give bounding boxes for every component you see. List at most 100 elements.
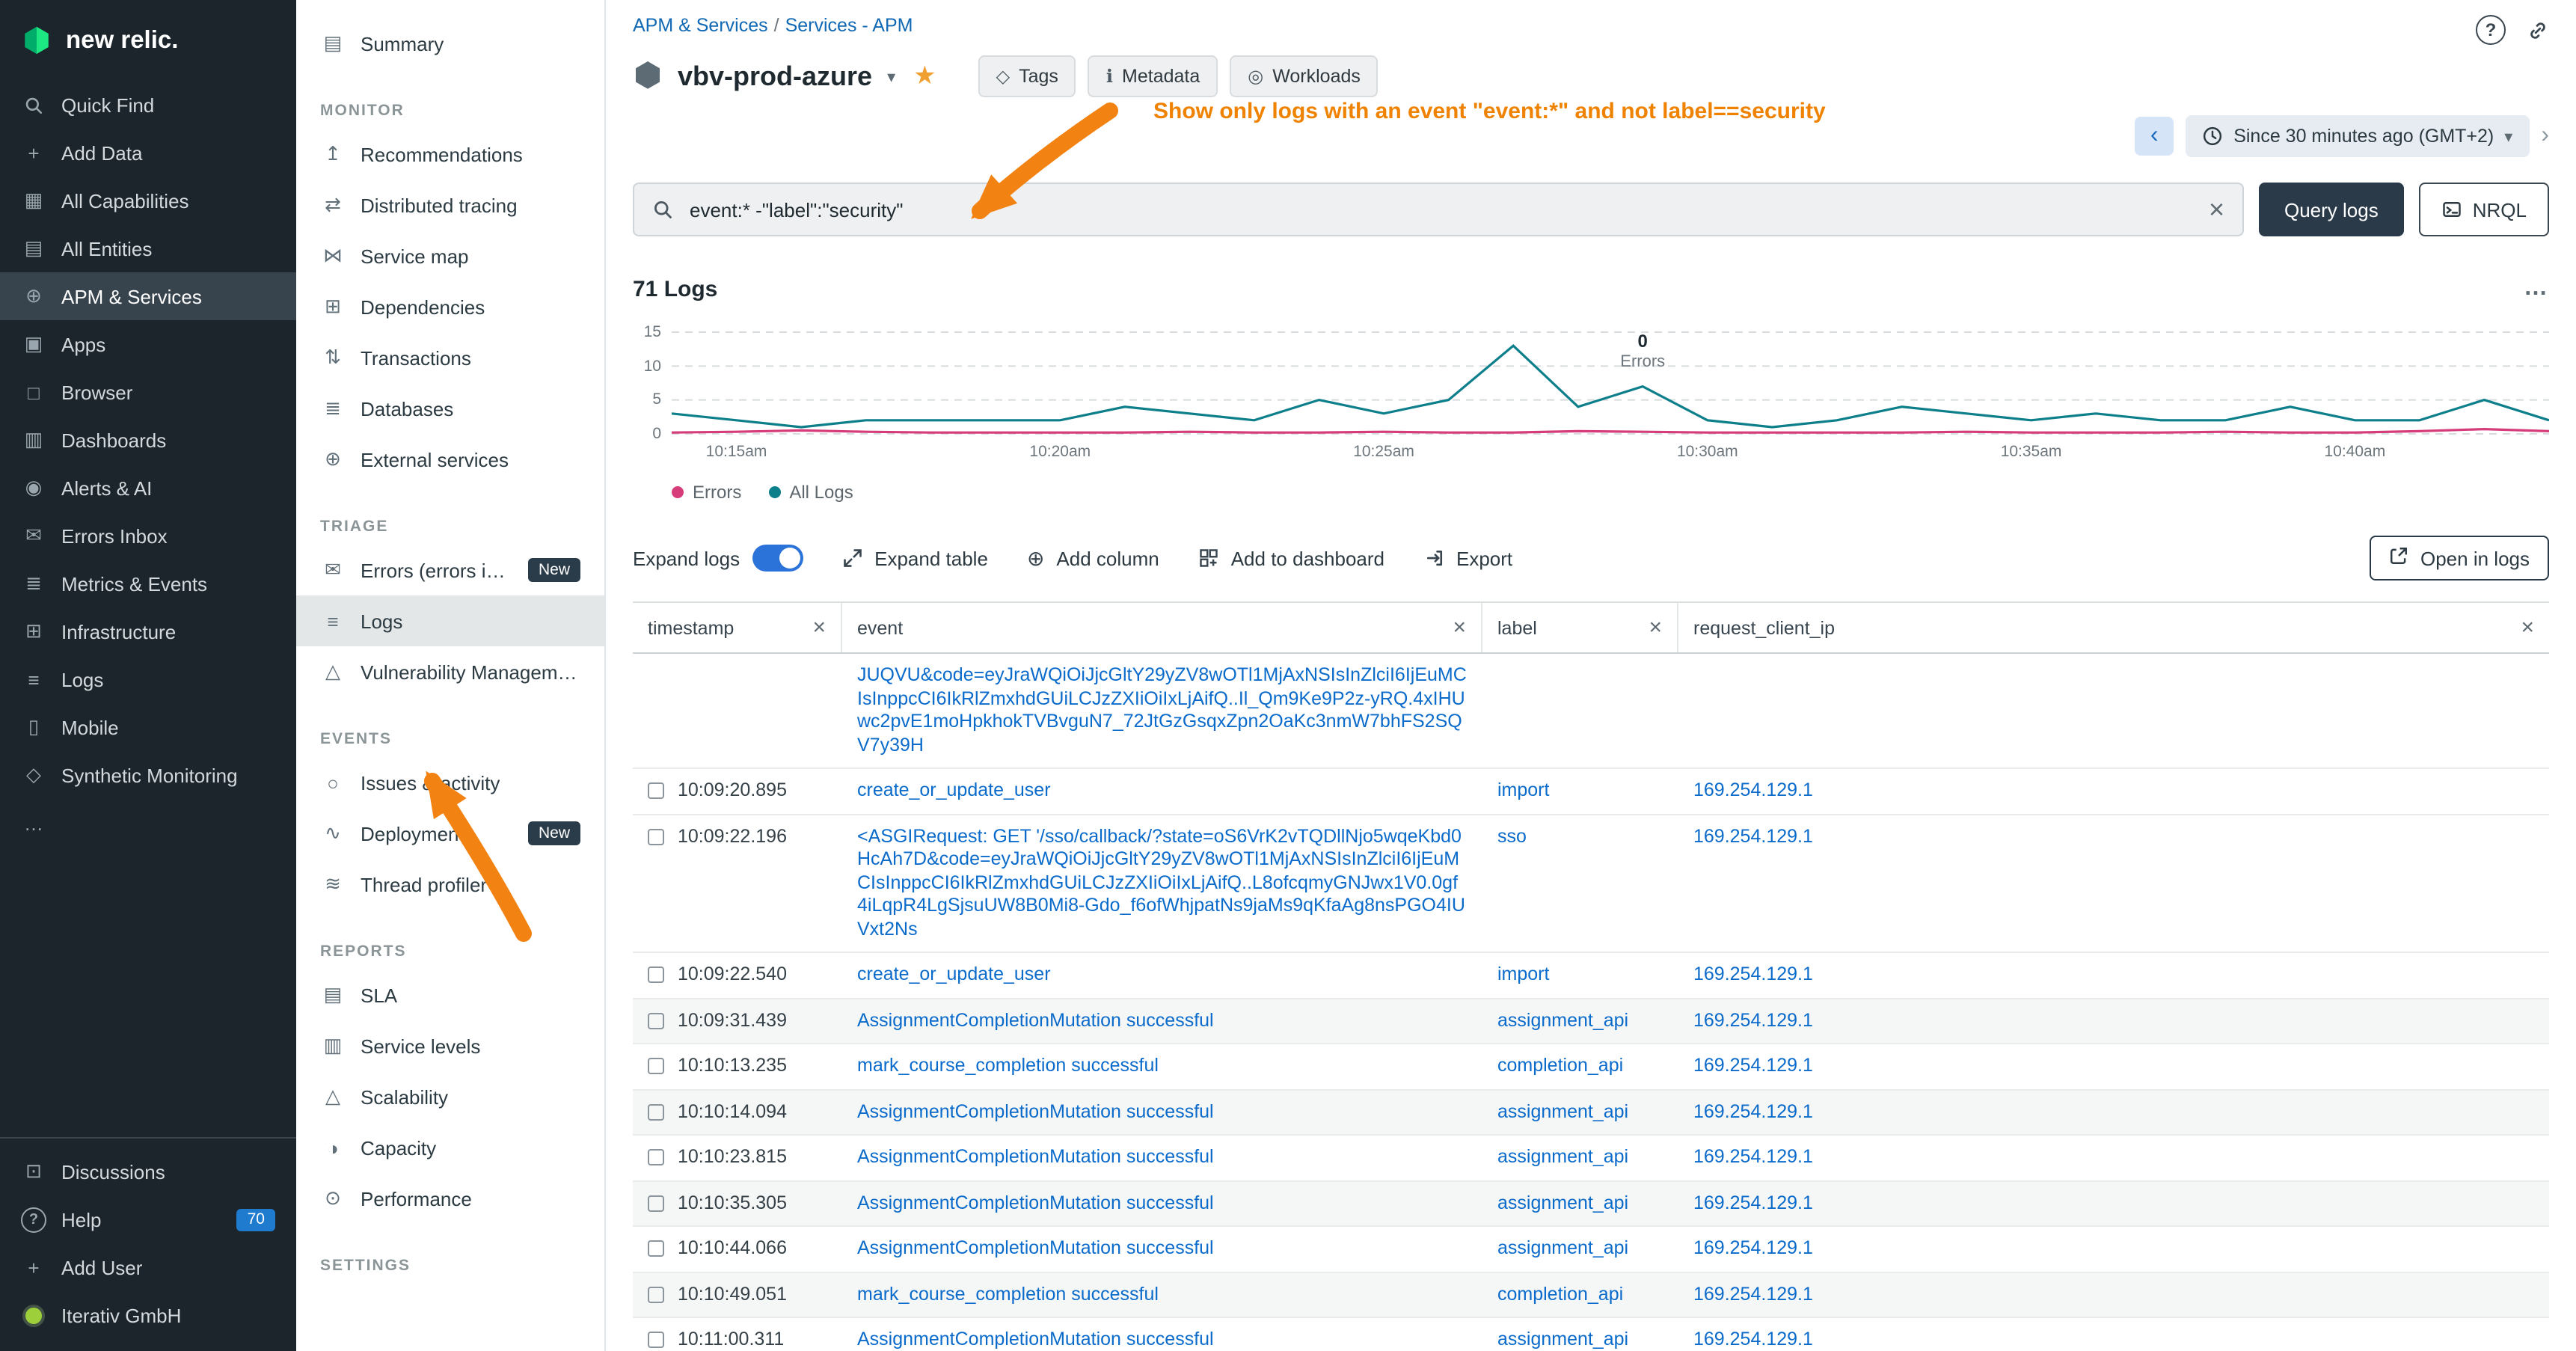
- label-link[interactable]: assignment_api: [1497, 1146, 1628, 1167]
- row-expand-icon[interactable]: [648, 1149, 664, 1165]
- nrql-button[interactable]: NRQL: [2419, 183, 2549, 236]
- request-client-ip-link[interactable]: 169.254.129.1: [1693, 964, 1813, 984]
- label-link[interactable]: assignment_api: [1497, 1237, 1628, 1258]
- sidebar-item-all-entities[interactable]: ▤All Entities: [0, 224, 296, 272]
- label-link[interactable]: sso: [1497, 825, 1527, 846]
- entity-name[interactable]: vbv-prod-azure: [678, 61, 872, 92]
- clear-search-icon[interactable]: ×: [2209, 196, 2224, 223]
- label-link[interactable]: completion_api: [1497, 1055, 1623, 1076]
- breadcrumb-apm-services[interactable]: APM & Services: [633, 15, 768, 36]
- export-button[interactable]: Export: [1423, 547, 1512, 569]
- entity-nav-item-service-map[interactable]: ⋈Service map: [296, 230, 604, 281]
- event-link[interactable]: mark_course_completion successful: [857, 1283, 1159, 1304]
- entity-nav-item-logs[interactable]: ≡Logs: [296, 595, 604, 646]
- tags-button[interactable]: ◇Tags: [978, 55, 1076, 97]
- event-link[interactable]: JUQVU&code=eyJraWQiOiJjcGltY29yZV8wOTl1M…: [857, 664, 1467, 755]
- sidebar-item-more[interactable]: …: [0, 799, 296, 847]
- sidebar-item-all-capabilities[interactable]: ▦All Capabilities: [0, 177, 296, 224]
- entity-nav-item-sla[interactable]: ▤SLA: [296, 969, 604, 1020]
- label-link[interactable]: import: [1497, 779, 1549, 800]
- row-expand-icon[interactable]: [648, 1195, 664, 1211]
- time-picker[interactable]: Since 30 minutes ago (GMT+2) ▾: [2186, 115, 2529, 157]
- entity-nav-item-scalability[interactable]: △Scalability: [296, 1071, 604, 1122]
- event-link[interactable]: AssignmentCompletionMutation successful: [857, 1146, 1214, 1167]
- request-client-ip-link[interactable]: 169.254.129.1: [1693, 1055, 1813, 1076]
- request-client-ip-link[interactable]: 169.254.129.1: [1693, 779, 1813, 800]
- request-client-ip-link[interactable]: 169.254.129.1: [1693, 1237, 1813, 1258]
- entity-nav-item-transactions[interactable]: ⇅Transactions: [296, 332, 604, 383]
- label-link[interactable]: completion_api: [1497, 1283, 1623, 1304]
- expand-table-button[interactable]: Expand table: [841, 547, 988, 569]
- log-search-input[interactable]: [687, 197, 2195, 222]
- entity-nav-item-recommendations[interactable]: ↥Recommendations: [296, 129, 604, 180]
- label-link[interactable]: assignment_api: [1497, 1192, 1628, 1213]
- more-options-button[interactable]: …: [2524, 275, 2549, 302]
- sidebar-item-dashboards[interactable]: ▥Dashboards: [0, 416, 296, 464]
- sidebar-item-alerts-ai[interactable]: ◉Alerts & AI: [0, 464, 296, 512]
- request-client-ip-link[interactable]: 169.254.129.1: [1693, 1100, 1813, 1121]
- entity-nav-item-thread-profiler[interactable]: ≋Thread profiler: [296, 859, 604, 910]
- event-link[interactable]: <ASGIRequest: GET '/sso/callback/?state=…: [857, 825, 1465, 939]
- event-link[interactable]: AssignmentCompletionMutation successful: [857, 1009, 1214, 1030]
- row-expand-icon[interactable]: [648, 1240, 664, 1257]
- entity-nav-item-capacity[interactable]: ◑Capacity: [296, 1122, 604, 1173]
- sidebar-item-metrics-events[interactable]: ≣Metrics & Events: [0, 560, 296, 607]
- event-link[interactable]: AssignmentCompletionMutation successful: [857, 1237, 1214, 1258]
- metadata-button[interactable]: ℹMetadata: [1088, 55, 1218, 97]
- entity-nav-item-performance[interactable]: ⊙Performance: [296, 1173, 604, 1224]
- event-link[interactable]: create_or_update_user: [857, 779, 1051, 800]
- sidebar-item-errors-inbox[interactable]: ✉Errors Inbox: [0, 512, 296, 560]
- sidebar-item-add-user[interactable]: +Add User: [0, 1243, 296, 1291]
- event-link[interactable]: create_or_update_user: [857, 964, 1051, 984]
- label-link[interactable]: assignment_api: [1497, 1329, 1628, 1350]
- sidebar-item-infrastructure[interactable]: ⊞Infrastructure: [0, 607, 296, 655]
- remove-column-label-icon[interactable]: ×: [1649, 616, 1662, 639]
- time-forward-button[interactable]: ›: [2541, 123, 2549, 150]
- add-to-dashboard-button[interactable]: Add to dashboard: [1198, 547, 1384, 569]
- label-link[interactable]: assignment_api: [1497, 1100, 1628, 1121]
- request-client-ip-link[interactable]: 169.254.129.1: [1693, 1283, 1813, 1304]
- permalink-icon[interactable]: [2527, 19, 2549, 41]
- event-link[interactable]: AssignmentCompletionMutation successful: [857, 1100, 1214, 1121]
- entity-nav-item-vulnerability-management[interactable]: △Vulnerability Management: [296, 646, 604, 697]
- new-relic-logo[interactable]: new relic.: [0, 0, 296, 81]
- row-expand-icon[interactable]: [648, 1286, 664, 1302]
- sidebar-item-apps[interactable]: ▣Apps: [0, 320, 296, 368]
- sidebar-item-synthetic-monitoring[interactable]: ◇Synthetic Monitoring: [0, 751, 296, 799]
- request-client-ip-link[interactable]: 169.254.129.1: [1693, 1146, 1813, 1167]
- sidebar-item-iterativ-gmbh[interactable]: Iterativ GmbH: [0, 1291, 296, 1339]
- remove-column-request-client-ip-icon[interactable]: ×: [2521, 616, 2534, 639]
- request-client-ip-link[interactable]: 169.254.129.1: [1693, 1329, 1813, 1350]
- add-column-button[interactable]: ⊕ Add column: [1027, 545, 1159, 571]
- entity-nav-item-summary[interactable]: ▤Summary: [296, 18, 604, 69]
- time-back-button[interactable]: ‹: [2135, 117, 2174, 156]
- event-link[interactable]: AssignmentCompletionMutation successful: [857, 1192, 1214, 1213]
- row-expand-icon[interactable]: [648, 1332, 664, 1348]
- entity-nav-item-external-services[interactable]: ⊕External services: [296, 434, 604, 485]
- entity-nav-item-databases[interactable]: ≣Databases: [296, 383, 604, 434]
- event-link[interactable]: AssignmentCompletionMutation successful: [857, 1329, 1214, 1350]
- sidebar-item-discussions[interactable]: ⊡Discussions: [0, 1148, 296, 1195]
- open-in-logs-button[interactable]: Open in logs: [2370, 536, 2549, 580]
- help-circle-icon[interactable]: ?: [2476, 15, 2506, 45]
- request-client-ip-link[interactable]: 169.254.129.1: [1693, 1009, 1813, 1030]
- sidebar-item-logs[interactable]: ≡Logs: [0, 655, 296, 703]
- sidebar-item-browser[interactable]: □Browser: [0, 368, 296, 416]
- label-link[interactable]: assignment_api: [1497, 1009, 1628, 1030]
- entity-nav-item-distributed-tracing[interactable]: ⇄Distributed tracing: [296, 180, 604, 230]
- legend-all-logs[interactable]: All Logs: [768, 482, 853, 503]
- remove-column-event-icon[interactable]: ×: [1453, 616, 1466, 639]
- sidebar-item-mobile[interactable]: ▯Mobile: [0, 703, 296, 751]
- sidebar-item-apm-services[interactable]: ⊕APM & Services: [0, 272, 296, 320]
- row-expand-icon[interactable]: [648, 966, 664, 983]
- row-expand-icon[interactable]: [648, 782, 664, 799]
- entity-nav-item-service-levels[interactable]: ▥Service levels: [296, 1020, 604, 1071]
- row-expand-icon[interactable]: [648, 1103, 664, 1120]
- label-link[interactable]: import: [1497, 964, 1549, 984]
- sidebar-item-quick-find[interactable]: Quick Find: [0, 81, 296, 129]
- entity-nav-item-errors-errors-inb[interactable]: ✉Errors (errors inb...New: [296, 545, 604, 595]
- legend-errors[interactable]: Errors: [672, 482, 741, 503]
- workloads-button[interactable]: ◎Workloads: [1230, 55, 1379, 97]
- entity-chevron-down-icon[interactable]: ▾: [887, 67, 895, 86]
- query-logs-button[interactable]: Query logs: [2259, 183, 2404, 236]
